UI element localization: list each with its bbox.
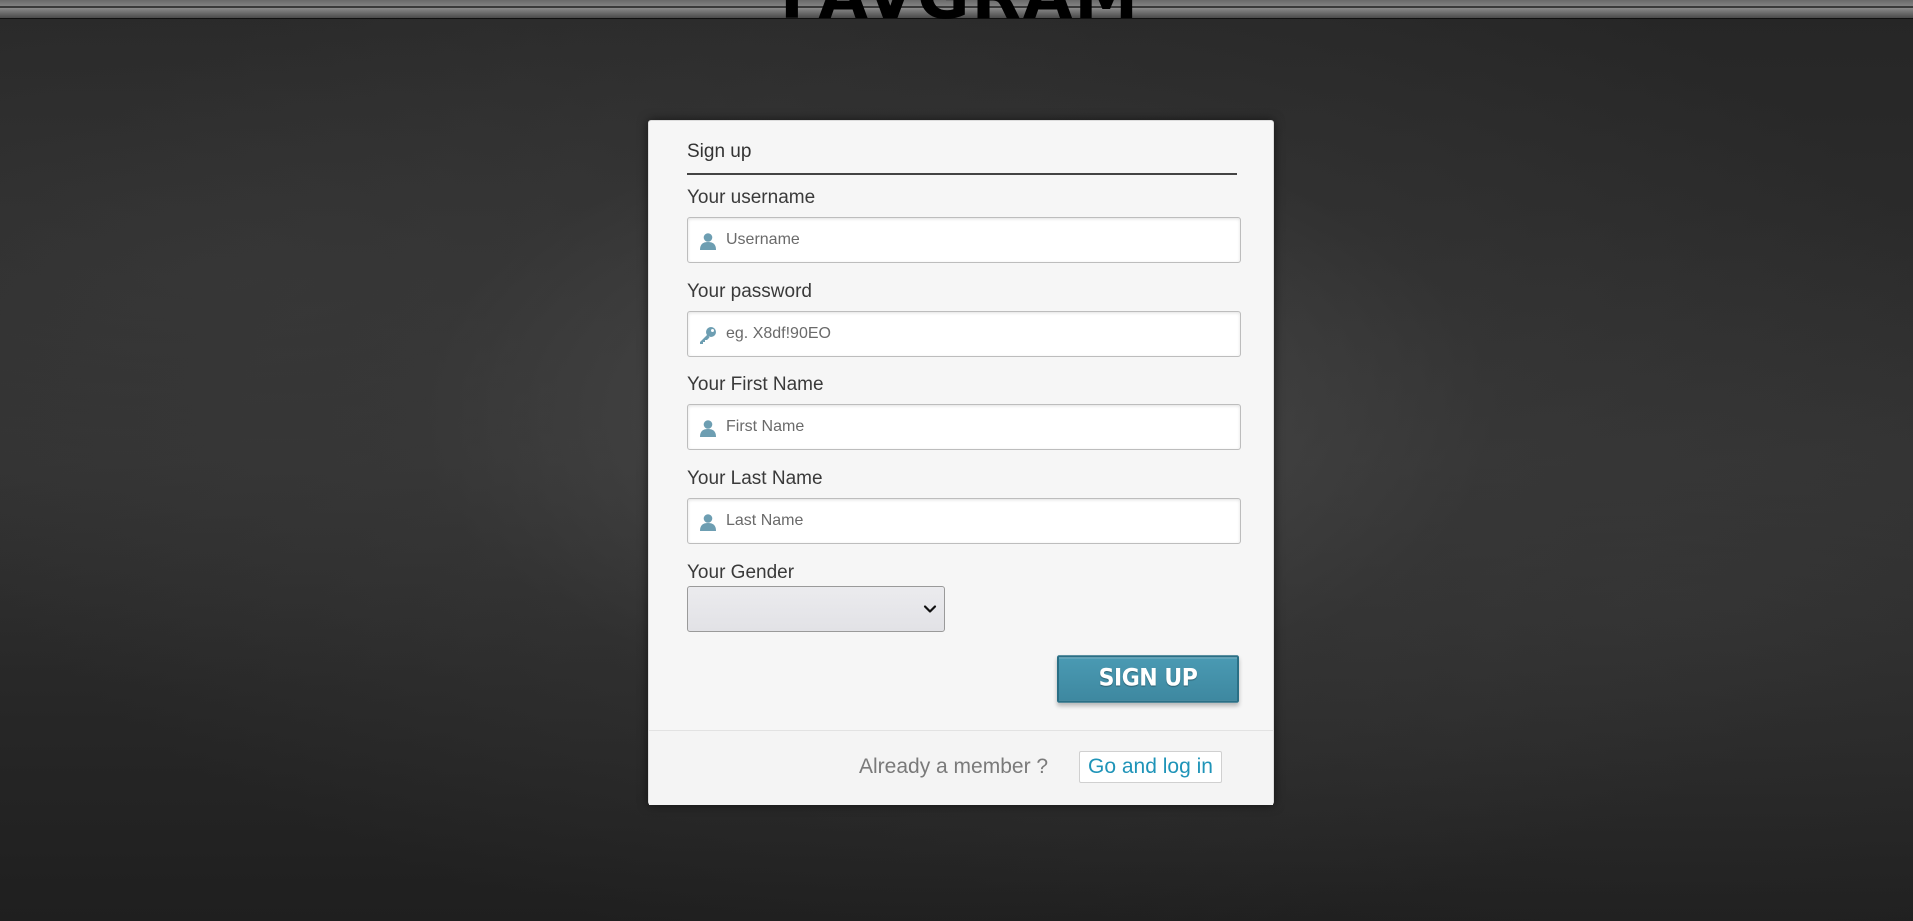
user-icon: [700, 233, 716, 250]
user-icon: [700, 514, 716, 531]
sign-up-button[interactable]: SIGN UP: [1057, 655, 1239, 703]
username-field[interactable]: [687, 217, 1241, 263]
user-icon: [700, 420, 716, 437]
card-footer: Already a member ? Go and log in: [649, 730, 1273, 805]
already-member-text: Already a member ?: [859, 755, 1049, 778]
signup-card: Sign up Your username Your password Your…: [648, 120, 1274, 805]
go-log-in-link[interactable]: Go and log in: [1079, 751, 1222, 783]
first-name-field[interactable]: [687, 404, 1241, 450]
first-name-label: Your First Name: [687, 374, 824, 395]
username-input[interactable]: [726, 218, 1226, 262]
password-label: Your password: [687, 281, 812, 302]
gender-select[interactable]: [687, 586, 945, 632]
password-field[interactable]: [687, 311, 1241, 357]
gender-label: Your Gender: [687, 562, 795, 583]
last-name-field[interactable]: [687, 498, 1241, 544]
last-name-label: Your Last Name: [687, 468, 823, 489]
first-name-input[interactable]: [726, 405, 1226, 449]
key-icon: [700, 327, 716, 344]
site-logo: FAVGRAM: [740, 0, 1180, 32]
last-name-input[interactable]: [726, 499, 1226, 543]
password-input[interactable]: [726, 312, 1226, 356]
chevron-down-icon: [923, 605, 937, 613]
form-title: Sign up: [687, 141, 1237, 175]
username-label: Your username: [687, 187, 816, 208]
